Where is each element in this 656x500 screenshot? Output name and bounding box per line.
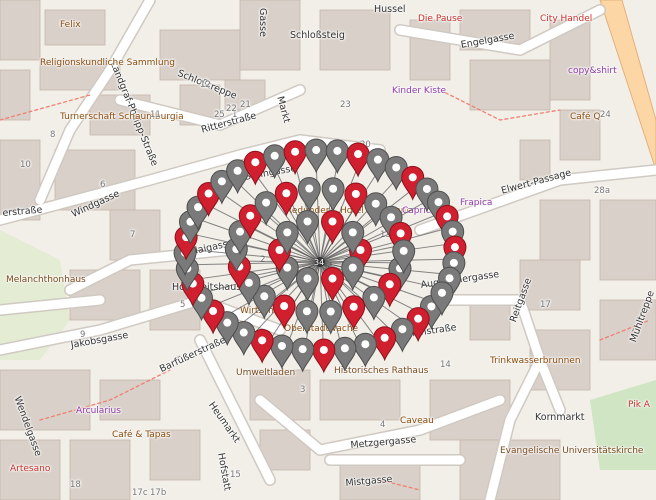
map-marker-gray-icon[interactable]	[325, 139, 349, 175]
map-canvas[interactable]: Landgraf-Philipp-Straße Schloßtreppe Ritte…	[0, 0, 656, 500]
map-marker-gray-icon[interactable]	[270, 334, 294, 370]
map-marker-gray-icon[interactable]	[295, 210, 319, 245]
map-marker-gray-icon[interactable]	[297, 177, 321, 212]
map-marker-gray-icon[interactable]	[362, 286, 386, 321]
map-marker-red-icon[interactable]	[342, 295, 366, 331]
map-marker-gray-icon[interactable]	[295, 299, 319, 335]
marker-spiderfy-cluster[interactable]: 34	[0, 0, 656, 500]
map-marker-gray-icon[interactable]	[304, 138, 328, 174]
map-marker-gray-icon[interactable]	[291, 337, 315, 373]
map-marker-gray-icon[interactable]	[263, 144, 287, 180]
map-marker-red-icon[interactable]	[346, 142, 370, 178]
spider-leg	[319, 227, 448, 263]
map-marker-gray-icon[interactable]	[321, 177, 345, 213]
spider-leg	[315, 162, 321, 263]
cluster-center-label: 34	[314, 258, 324, 267]
map-marker-red-icon[interactable]	[274, 181, 298, 217]
map-marker-red-icon[interactable]	[243, 150, 267, 186]
map-marker-gray-icon[interactable]	[353, 332, 377, 368]
map-marker-red-icon[interactable]	[283, 140, 307, 176]
map-marker-red-icon[interactable]	[373, 326, 397, 362]
map-marker-red-icon[interactable]	[344, 182, 368, 218]
map-marker-red-icon[interactable]	[312, 338, 336, 374]
map-marker-gray-icon[interactable]	[333, 336, 357, 372]
map-marker-gray-icon[interactable]	[295, 267, 319, 302]
map-marker-red-icon[interactable]	[272, 294, 296, 330]
